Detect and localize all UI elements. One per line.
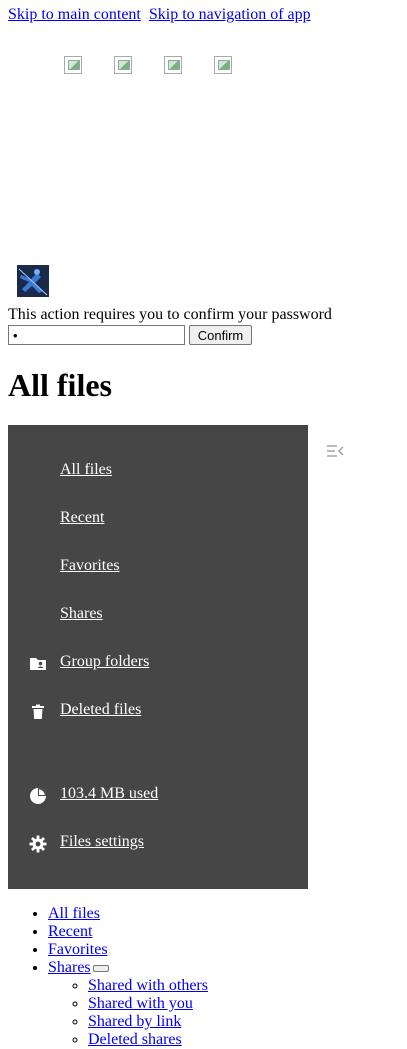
nav-link-shares[interactable]: Shares <box>48 959 91 976</box>
app-icon-4[interactable] <box>214 56 232 74</box>
sidebar-item-deleted-files[interactable]: Deleted files <box>8 691 308 731</box>
nav-link-favorites[interactable]: Favorites <box>48 941 108 958</box>
sidebar-item-label[interactable]: Group folders <box>60 653 149 671</box>
shares-expand-button[interactable] <box>92 964 109 972</box>
nav-link-recent[interactable]: Recent <box>48 923 92 940</box>
nav-link-shared-by-link[interactable]: Shared by link <box>88 1013 181 1030</box>
sidebar-item-label[interactable]: All files <box>60 461 112 479</box>
confirm-button[interactable]: Confirm <box>189 325 252 345</box>
list-item: Favorites <box>48 941 208 959</box>
password-confirm-message: This action requires you to confirm your… <box>8 306 332 323</box>
skip-to-navigation-link[interactable]: Skip to navigation of app <box>149 6 311 23</box>
files-settings-item[interactable]: Files settings <box>8 823 308 863</box>
navigation-list: All files Recent Favorites Shares Shared… <box>0 905 208 1049</box>
trash-icon <box>32 704 44 719</box>
list-item: Recent <box>48 923 208 941</box>
nav-link-shared-with-you[interactable]: Shared with you <box>88 995 193 1012</box>
gear-icon <box>29 835 47 853</box>
app-icon-1[interactable] <box>64 56 82 74</box>
list-item: Shared with others <box>88 977 208 995</box>
list-item: Deleted shares <box>88 1031 208 1049</box>
avatar-image <box>17 265 49 297</box>
shares-sublist: Shared with others Shared with you Share… <box>48 977 208 1049</box>
sidebar-item-label[interactable]: Recent <box>60 509 104 527</box>
list-item: All files <box>48 905 208 923</box>
folder-account-icon <box>30 658 46 670</box>
sidebar-item-all-files[interactable]: All files <box>8 451 308 491</box>
skip-to-main-link[interactable]: Skip to main content <box>8 6 141 23</box>
app-icon-2[interactable] <box>114 56 132 74</box>
sidebar-item-group-folders[interactable]: Group folders <box>8 643 308 683</box>
password-field[interactable] <box>8 325 185 345</box>
collapse-sidebar-icon[interactable] <box>326 444 344 458</box>
sidebar-item-label[interactable]: Deleted files <box>60 701 141 719</box>
sidebar-item-favorites[interactable]: Favorites <box>8 547 308 587</box>
sidebar-item-recent[interactable]: Recent <box>8 499 308 539</box>
app-navigation-sidebar: All files Recent Favorites Shares Group … <box>8 425 308 889</box>
quota-label[interactable]: 103.4 MB used <box>60 785 158 803</box>
nav-link-deleted-shares[interactable]: Deleted shares <box>88 1031 182 1048</box>
sidebar-item-label[interactable]: Shares <box>60 605 103 623</box>
sidebar-item-label[interactable]: Favorites <box>60 557 120 575</box>
skip-links: Skip to main content Skip to navigation … <box>8 6 315 24</box>
files-settings-label[interactable]: Files settings <box>60 833 144 851</box>
app-icon-3[interactable] <box>164 56 182 74</box>
nav-link-all-files[interactable]: All files <box>48 905 100 922</box>
list-item: Shared with you <box>88 995 208 1013</box>
list-item: Shares Shared with others Shared with yo… <box>48 959 208 1049</box>
quota-indicator[interactable]: 103.4 MB used <box>8 775 308 815</box>
nav-link-shared-with-others[interactable]: Shared with others <box>88 977 208 994</box>
sidebar-item-shares[interactable]: Shares <box>8 595 308 635</box>
list-item: Shared by link <box>88 1013 208 1031</box>
page-title: All files <box>8 367 112 403</box>
pie-chart-icon <box>30 788 46 804</box>
avatar[interactable] <box>17 265 49 297</box>
